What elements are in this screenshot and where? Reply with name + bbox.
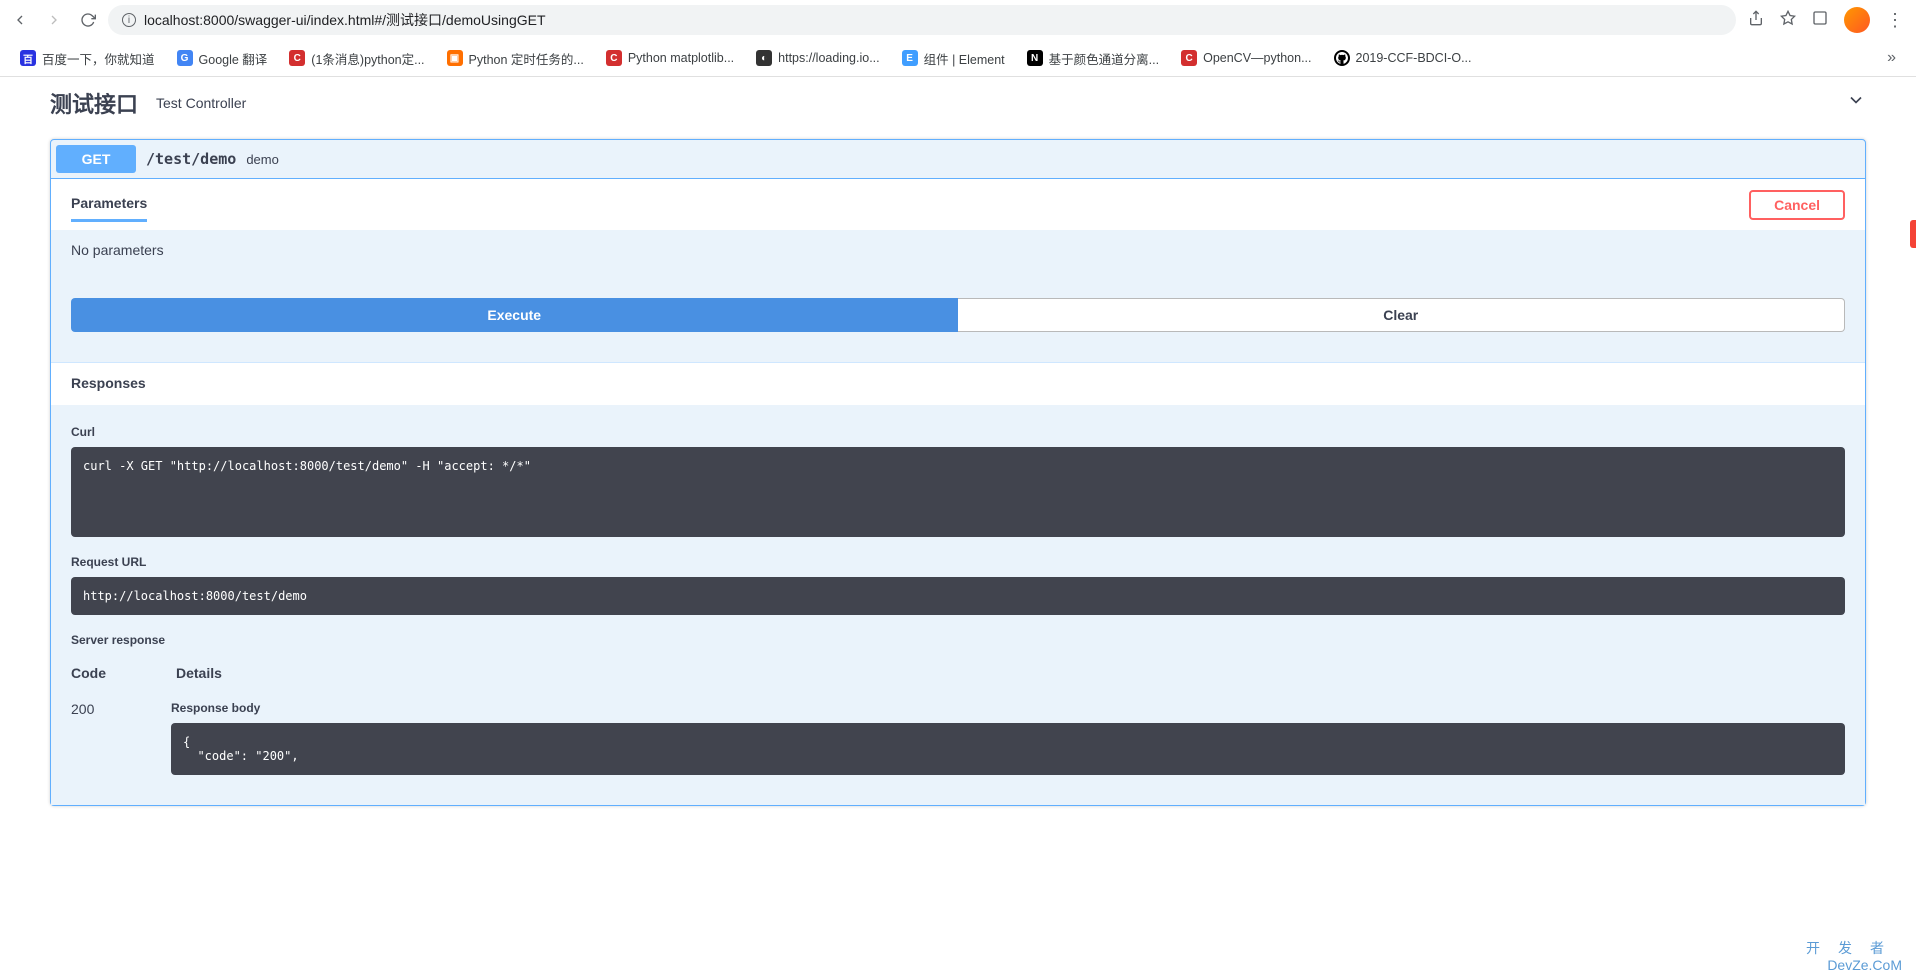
bookmark-label: 百度一下，你就知道 <box>42 49 155 68</box>
star-icon[interactable] <box>1780 10 1796 31</box>
details-column-header: Details <box>176 665 222 681</box>
profile-avatar[interactable] <box>1844 7 1870 33</box>
reload-button[interactable] <box>80 12 96 28</box>
operation-path: /test/demo <box>146 150 236 168</box>
share-icon[interactable] <box>1748 10 1764 31</box>
cancel-button[interactable]: Cancel <box>1749 190 1845 220</box>
browser-chrome: i ⋮ 百百度一下，你就知道 G Google 翻译 C (1条消息)python定… <box>0 0 1916 77</box>
nav-bar: i ⋮ <box>0 0 1916 40</box>
curl-label: Curl <box>71 425 1845 439</box>
url-input[interactable] <box>144 12 1722 28</box>
tag-description: Test Controller <box>156 95 246 111</box>
watermark: 开发者 DevZe.CoM <box>1806 940 1902 974</box>
response-body-label: Response body <box>171 701 1845 715</box>
response-body-content[interactable]: { "code": "200", <box>171 723 1845 775</box>
bookmark-opencv[interactable]: C OpenCV—python... <box>1181 50 1311 66</box>
operation-body: Parameters Cancel No parameters Execute … <box>51 178 1865 805</box>
swagger-container: 测试接口 Test Controller GET /test/demo demo… <box>0 77 1916 806</box>
bookmark-label: 2019-CCF-BDCI-O... <box>1356 51 1472 65</box>
baidu-icon: 百 <box>20 50 36 66</box>
operation-block: GET /test/demo demo Parameters Cancel No… <box>50 139 1866 806</box>
operation-description: demo <box>246 152 279 167</box>
google-icon: G <box>177 50 193 66</box>
menu-icon[interactable]: ⋮ <box>1886 10 1904 31</box>
bookmark-label: Google 翻译 <box>199 49 268 68</box>
bookmark-matplotlib[interactable]: C Python matplotlib... <box>606 50 734 66</box>
code-column-header: Code <box>71 665 106 681</box>
loading-icon: ◐ <box>756 50 772 66</box>
bookmark-label: Python 定时任务的... <box>469 49 584 68</box>
n-icon: N <box>1027 50 1043 66</box>
forward-button[interactable] <box>46 12 62 28</box>
tag-header[interactable]: 测试接口 Test Controller <box>50 77 1866 131</box>
response-row: 200 Response body { "code": "200", <box>71 691 1845 785</box>
button-group: Execute Clear <box>71 288 1845 342</box>
bookmark-baidu[interactable]: 百百度一下，你就知道 <box>20 49 155 68</box>
bookmark-label: (1条消息)python定... <box>311 49 424 68</box>
extensions-icon[interactable] <box>1812 10 1828 31</box>
bookmark-label: 组件 | Element <box>924 49 1005 68</box>
server-response-label: Server response <box>71 633 1845 647</box>
bookmark-python-msg[interactable]: C (1条消息)python定... <box>289 49 424 68</box>
bookmark-label: OpenCV—python... <box>1203 51 1311 65</box>
bookmark-ccf-bdci[interactable]: 2019-CCF-BDCI-O... <box>1334 50 1472 66</box>
tab-parameters[interactable]: Parameters <box>71 187 147 222</box>
bookmark-label: Python matplotlib... <box>628 51 734 65</box>
curl-command[interactable]: curl -X GET "http://localhost:8000/test/… <box>71 447 1845 537</box>
response-table-header: Code Details <box>71 655 1845 691</box>
response-code: 200 <box>71 701 111 717</box>
tag-name: 测试接口 <box>50 87 138 119</box>
clear-button[interactable]: Clear <box>958 298 1846 332</box>
site-info-icon[interactable]: i <box>122 13 136 27</box>
watermark-en: DevZe.CoM <box>1806 957 1902 974</box>
request-url-label: Request URL <box>71 555 1845 569</box>
responses-header: Responses <box>51 362 1865 405</box>
parameters-body: No parameters Execute Clear <box>51 230 1865 362</box>
bookmark-google-translate[interactable]: G Google 翻译 <box>177 49 268 68</box>
no-parameters-text: No parameters <box>71 242 1845 258</box>
bookmark-element[interactable]: E 组件 | Element <box>902 49 1005 68</box>
bookmarks-bar: 百百度一下，你就知道 GGoogle 翻译 C(1条消息)python定... … <box>0 40 1916 76</box>
github-icon <box>1334 50 1350 66</box>
operation-summary[interactable]: GET /test/demo demo <box>51 140 1865 178</box>
address-bar[interactable]: i <box>108 5 1736 35</box>
bookmark-color-channel[interactable]: N 基于颜色通道分离... <box>1027 49 1159 68</box>
bookmark-label: 基于颜色通道分离... <box>1049 49 1159 68</box>
chevron-down-icon[interactable] <box>1846 90 1866 116</box>
watermark-cn: 开发者 <box>1806 940 1902 957</box>
bookmark-loading[interactable]: ◐ https://loading.io... <box>756 50 879 66</box>
side-indicator <box>1910 220 1916 248</box>
bookmark-python-cron[interactable]: ▣ Python 定时任务的... <box>447 49 584 68</box>
toolbar-right: ⋮ <box>1748 7 1904 33</box>
back-button[interactable] <box>12 12 28 28</box>
parameters-header: Parameters Cancel <box>51 179 1865 230</box>
response-details: Response body { "code": "200", <box>171 701 1845 775</box>
execute-button[interactable]: Execute <box>71 298 958 332</box>
request-url[interactable]: http://localhost:8000/test/demo <box>71 577 1845 615</box>
responses-title: Responses <box>71 375 146 391</box>
csdn-icon: C <box>606 50 622 66</box>
bookmark-label: https://loading.io... <box>778 51 879 65</box>
http-method-badge: GET <box>56 145 136 173</box>
csdn-icon: C <box>289 50 305 66</box>
responses-body: Curl curl -X GET "http://localhost:8000/… <box>51 405 1865 805</box>
element-icon: E <box>902 50 918 66</box>
bookmarks-overflow[interactable]: » <box>1887 49 1896 67</box>
python-icon: ▣ <box>447 50 463 66</box>
csdn-icon: C <box>1181 50 1197 66</box>
nav-buttons <box>12 12 96 28</box>
